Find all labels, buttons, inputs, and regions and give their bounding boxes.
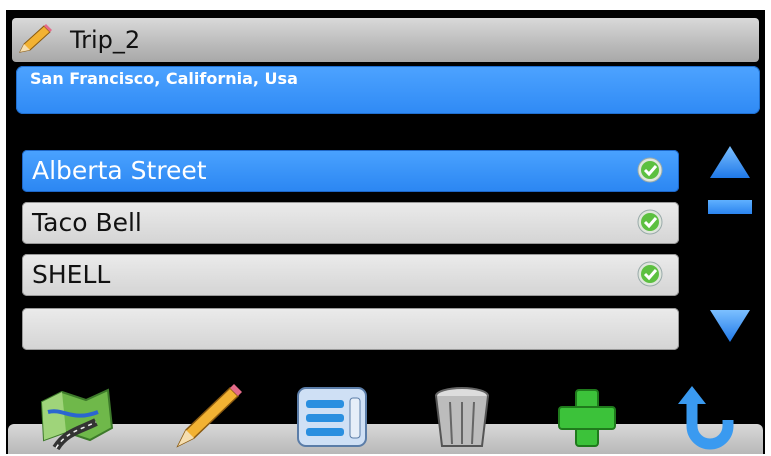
trip-stop-item[interactable]: Alberta Street	[22, 150, 679, 192]
trip-stop-item[interactable]: Taco Bell	[22, 202, 679, 244]
trip-stop-label: SHELL	[32, 260, 111, 289]
scroll-thumb[interactable]	[708, 200, 752, 214]
trip-stop-label: Taco Bell	[32, 208, 142, 237]
plus-icon[interactable]	[546, 382, 626, 450]
checkmark-icon[interactable]	[637, 209, 663, 235]
pencil-icon[interactable]	[168, 382, 248, 450]
page-title: Trip_2	[70, 26, 141, 54]
back-icon[interactable]	[670, 382, 750, 450]
map-icon[interactable]	[36, 382, 116, 450]
location-bar[interactable]: San Francisco, California, Usa	[16, 66, 760, 114]
list-icon[interactable]	[290, 382, 370, 450]
arrow-down-icon[interactable]	[708, 306, 752, 346]
arrow-up-icon[interactable]	[708, 142, 752, 182]
trip-stop-label: Alberta Street	[32, 156, 207, 185]
title-bar: Trip_2	[12, 18, 759, 62]
pencil-icon	[19, 24, 52, 53]
trash-icon[interactable]	[422, 382, 502, 450]
trip-stop-item-empty[interactable]	[22, 308, 679, 350]
location-text: San Francisco, California, Usa	[30, 69, 298, 88]
checkmark-icon[interactable]	[637, 261, 663, 287]
bottom-toolbar	[8, 424, 763, 454]
device-screen: Trip_2 San Francisco, California, Usa Al…	[6, 10, 765, 454]
trip-stop-item[interactable]: SHELL	[22, 254, 679, 296]
checkmark-icon[interactable]	[637, 157, 663, 183]
